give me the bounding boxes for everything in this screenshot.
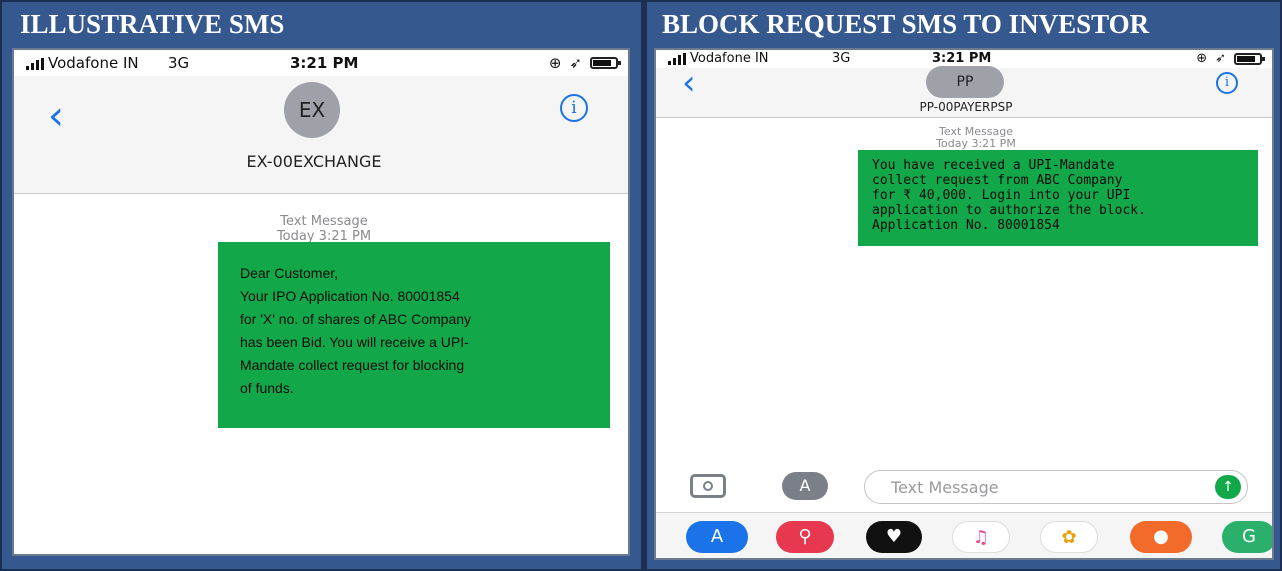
avatar[interactable]: EX [284,82,340,138]
status-time: 3:21 PM [932,51,992,66]
message-timestamp: Text Message Today 3:21 PM [936,125,1016,150]
send-icon[interactable]: ↑ [1215,475,1241,499]
message-line: for ₹ 40,000. Login into your UPI [872,188,1131,203]
message-line: Your IPO Application No. 80001854 [240,288,460,304]
network-type: 3G [832,51,851,66]
camera-icon[interactable] [690,474,726,498]
battery-icon [590,57,621,69]
location-icon: ➶ [1215,51,1226,66]
location-icon: ➶ [569,54,582,72]
avatar[interactable]: PP [926,66,1004,98]
message-line: for 'X' no. of shares of ABC Company [240,311,472,327]
message-line: has been Bid. You will receive a UPI- [240,334,469,350]
message-line: of funds. [240,380,294,396]
search-web-icon[interactable]: ⚲ [776,521,834,553]
battery-icon [1234,52,1265,65]
app-store-icon[interactable]: A [686,521,748,553]
status-icons: ⊕ ➶ [548,54,621,72]
rotation-lock-icon: ⊕ [1196,51,1208,66]
conversation-header: ‹ EX EX-00EXCHANGE i [14,76,628,194]
heart-icon[interactable]: ♥ [866,521,922,553]
sender-name[interactable]: EX-00EXCHANGE [214,152,414,171]
message-bubble: Dear Customer, Your IPO Application No. … [218,242,610,428]
message-timestamp: Text Message Today 3:21 PM [276,214,372,244]
message-line: application to authorize the block. [872,203,1146,218]
conversation-header: ‹ PP PP-00PAYERPSP i [656,66,1272,118]
music-icon[interactable]: ♫ [952,521,1010,553]
signal-icon [26,57,44,70]
right-panel-title: BLOCK REQUEST SMS TO INVESTOR [662,9,1150,39]
status-time: 3:21 PM [290,54,359,72]
maps-icon[interactable]: G [1222,521,1272,553]
network-type: 3G [168,54,190,72]
message-line: Dear Customer, [240,265,339,281]
right-phone-screen: Vodafone IN 3G 3:21 PM ⊕ ➶ ‹ PP PP-00PAY… [654,48,1274,560]
status-icons: ⊕ ➶ [1196,51,1265,66]
message-bubble: You have received a UPI-Mandate collect … [858,150,1258,246]
imessage-app-drawer: A ⚲ ♥ ♫ ✿ ● G [656,512,1272,558]
message-line: Mandate collect request for blocking [240,357,465,373]
left-phone-screen: Vodafone IN 3G 3:21 PM ⊕ ➶ ‹ EX EX-00EXC… [12,48,630,556]
message-line: You have received a UPI-Mandate [872,158,1115,173]
back-icon[interactable]: ‹ [48,96,64,136]
game-icon[interactable]: ● [1130,521,1192,553]
panel-divider [641,0,647,571]
input-placeholder: Text Message [891,478,999,497]
photos-icon[interactable]: ✿ [1040,521,1098,553]
info-icon[interactable]: i [560,94,588,122]
message-composer: A Text Message ↑ [656,464,1272,512]
message-line: collect request from ABC Company [872,173,1123,188]
app-store-icon[interactable]: A [782,472,828,500]
carrier: Vodafone IN [26,54,139,72]
status-bar: Vodafone IN 3G 3:21 PM ⊕ ➶ [14,50,628,76]
text-message-input[interactable]: Text Message ↑ [864,470,1248,504]
back-icon[interactable]: ‹ [682,66,696,100]
left-panel-title: ILLUSTRATIVE SMS [20,9,285,39]
rotation-lock-icon: ⊕ [548,54,562,72]
sender-name[interactable]: PP-00PAYERPSP [856,100,1076,114]
info-icon[interactable]: i [1216,72,1238,94]
message-line: Application No. 80001854 [872,218,1060,233]
